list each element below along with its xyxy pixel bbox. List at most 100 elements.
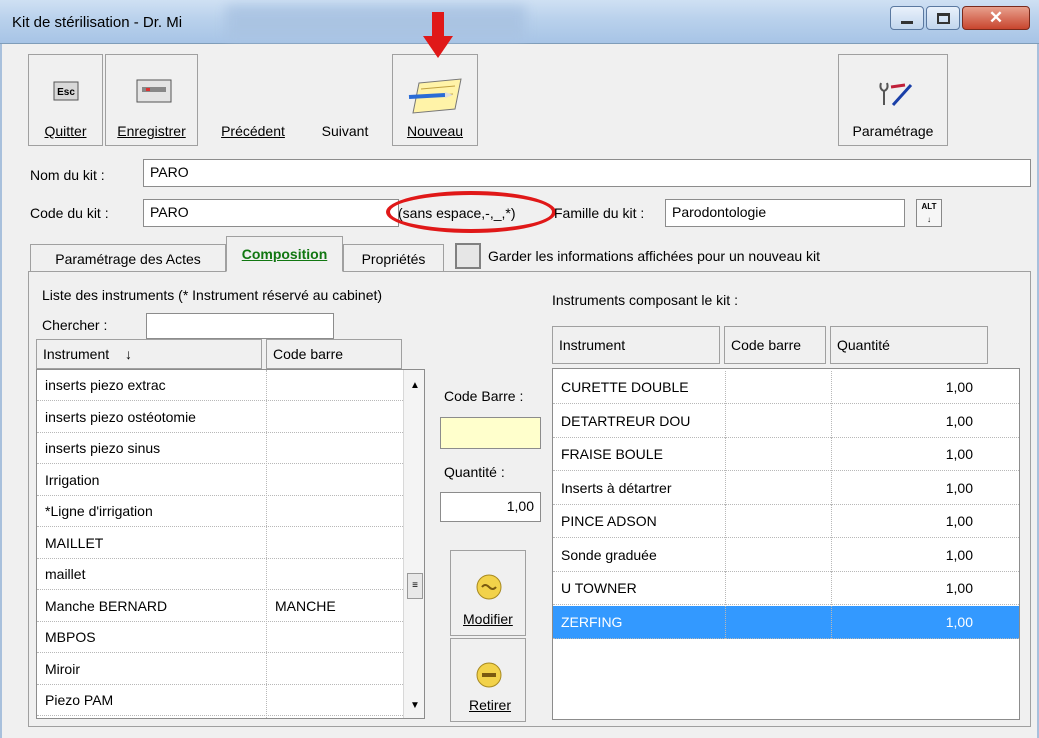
- red-circle-annotation: [386, 191, 556, 233]
- list-item-instrument: Piezo PAM: [45, 692, 114, 708]
- window-title: Kit de stérilisation - Dr. Mi: [12, 14, 183, 31]
- table-row[interactable]: CURETTE DOUBLE 1,00: [553, 371, 1019, 404]
- instrument-list[interactable]: inserts piezo extrac inserts piezo ostéot…: [36, 369, 425, 719]
- table-cell-quantity: 1,00: [945, 379, 973, 395]
- barcode-label: Code Barre :: [444, 388, 524, 404]
- remove-button[interactable]: Retirer: [450, 638, 526, 722]
- table-cell-instrument: U TOWNER: [561, 580, 637, 596]
- tab-acts[interactable]: Paramétrage des Actes: [30, 244, 226, 272]
- table-row[interactable]: Inserts à détartrer 1,00: [553, 471, 1019, 505]
- quantity-input[interactable]: 1,00: [440, 492, 541, 522]
- scroll-thumb[interactable]: ≡: [407, 573, 423, 599]
- table-cell-instrument: DETARTREUR DOU: [561, 412, 691, 429]
- close-icon: ✕: [988, 8, 1004, 27]
- minimize-button[interactable]: [890, 6, 924, 30]
- previous-button[interactable]: Précédent: [208, 54, 298, 146]
- right-column-header-quantity[interactable]: Quantité: [830, 326, 988, 364]
- kit-code-label: Code du kit :: [30, 205, 109, 221]
- save-label: Enregistrer: [117, 123, 186, 139]
- modify-button[interactable]: Modifier: [450, 550, 526, 636]
- column-divider: [831, 572, 832, 605]
- next-button[interactable]: Suivant: [305, 54, 385, 146]
- table-cell-quantity: 1,00: [945, 580, 973, 596]
- maximize-button[interactable]: [926, 6, 960, 30]
- column-header-instrument[interactable]: Instrument ↓: [36, 339, 262, 369]
- scrollbar[interactable]: ▲ ≡ ▼: [403, 370, 424, 718]
- list-item-instrument: inserts piezo extrac: [45, 377, 166, 393]
- list-item-instrument: Manche BERNARD: [45, 597, 168, 614]
- barcode-input[interactable]: [440, 417, 541, 449]
- new-button[interactable]: Nouveau: [392, 54, 478, 146]
- column-divider: [831, 538, 832, 572]
- search-input[interactable]: [146, 313, 334, 339]
- list-item[interactable]: MAILLET: [37, 528, 403, 559]
- kit-code-input[interactable]: PARO: [143, 199, 399, 227]
- tab-composition[interactable]: Composition: [226, 236, 343, 272]
- column-instrument-label: Instrument: [43, 346, 110, 362]
- tab-acts-label: Paramétrage des Actes: [55, 250, 201, 267]
- tab-properties-label: Propriétés: [361, 250, 426, 267]
- right-column-header-barcode[interactable]: Code barre: [724, 326, 826, 364]
- table-cell-quantity: 1,00: [945, 479, 973, 496]
- quit-button[interactable]: Esc Quitter: [28, 54, 103, 146]
- list-item[interactable]: Pince atraumatique: [37, 717, 403, 719]
- list-item[interactable]: MBPOS: [37, 622, 403, 653]
- scroll-up-arrow-icon[interactable]: ▲: [410, 380, 420, 391]
- list-item-instrument: *Ligne d'irrigation: [45, 503, 153, 519]
- table-row[interactable]: U TOWNER 1,00: [553, 572, 1019, 605]
- modify-icon: [476, 574, 502, 600]
- list-item[interactable]: Irrigation: [37, 465, 403, 496]
- table-row[interactable]: Sonde graduée 1,00: [553, 538, 1019, 572]
- list-item[interactable]: inserts piezo ostéotomie: [37, 402, 403, 433]
- list-item[interactable]: inserts piezo extrac: [37, 370, 403, 401]
- sort-arrow-icon: ↓: [125, 346, 133, 362]
- column-header-barcode[interactable]: Code barre: [266, 339, 402, 369]
- tab-properties[interactable]: Propriétés: [343, 244, 444, 272]
- table-cell-quantity: 1,00: [945, 513, 973, 529]
- modify-label: Modifier: [463, 611, 513, 627]
- red-arrow-annotation-icon: [423, 12, 453, 58]
- column-divider: [725, 471, 726, 505]
- minimize-icon: [901, 20, 913, 24]
- close-button[interactable]: ✕: [962, 6, 1030, 30]
- table-row[interactable]: DETARTREUR DOU 1,00: [553, 404, 1019, 438]
- kit-instruments-title: Instruments composant le kit :: [552, 292, 738, 308]
- table-row[interactable]: FRAISE BOULE 1,00: [553, 438, 1019, 471]
- quit-label: Quitter: [44, 123, 87, 139]
- kit-name-input[interactable]: PARO: [143, 159, 1031, 187]
- list-item[interactable]: inserts piezo sinus: [37, 433, 403, 464]
- svg-text:Esc: Esc: [57, 87, 75, 98]
- table-cell-quantity: 1,00: [945, 446, 973, 462]
- title-bar[interactable]: Kit de stérilisation - Dr. Mi ✕: [0, 0, 1039, 44]
- list-item[interactable]: *Ligne d'irrigation: [37, 496, 403, 527]
- right-column-instrument-label: Instrument: [559, 337, 626, 353]
- save-button[interactable]: Enregistrer: [105, 54, 198, 146]
- column-divider: [725, 404, 726, 438]
- right-column-barcode-label: Code barre: [731, 337, 802, 353]
- table-cell-instrument: FRAISE BOULE: [561, 446, 663, 462]
- remove-icon: [476, 662, 502, 688]
- keep-info-checkbox[interactable]: [455, 243, 481, 269]
- family-label: Famille du kit :: [554, 205, 645, 221]
- family-lookup-button[interactable]: ALT ↓: [916, 199, 942, 227]
- table-cell-quantity: 1,00: [945, 412, 973, 429]
- right-column-header-instrument[interactable]: Instrument: [552, 326, 720, 364]
- family-input[interactable]: Parodontologie: [665, 199, 905, 227]
- table-cell-instrument: PINCE ADSON: [561, 513, 657, 529]
- table-row[interactable]: ZERFING 1,00: [553, 605, 1019, 639]
- list-item-instrument: inserts piezo sinus: [45, 440, 161, 456]
- maximize-icon: [936, 12, 950, 24]
- table-row[interactable]: PINCE ADSON 1,00: [553, 505, 1019, 538]
- column-divider: [725, 605, 726, 639]
- column-divider: [725, 371, 726, 404]
- esc-key-icon: Esc: [53, 81, 79, 101]
- list-item[interactable]: Miroir: [37, 654, 403, 685]
- list-item[interactable]: Piezo PAM: [37, 685, 403, 716]
- redacted-region: [226, 6, 526, 40]
- settings-button[interactable]: Paramétrage: [838, 54, 948, 146]
- list-item[interactable]: maillet: [37, 559, 403, 590]
- kit-instruments-grid[interactable]: CURETTE DOUBLE 1,00 DETARTREUR DOU 1,00 FRAI…: [552, 368, 1020, 720]
- scroll-down-arrow-icon[interactable]: ▼: [410, 700, 420, 711]
- alt-key-label: ALT: [921, 202, 937, 211]
- list-item[interactable]: Manche BERNARD MANCHE: [37, 591, 403, 622]
